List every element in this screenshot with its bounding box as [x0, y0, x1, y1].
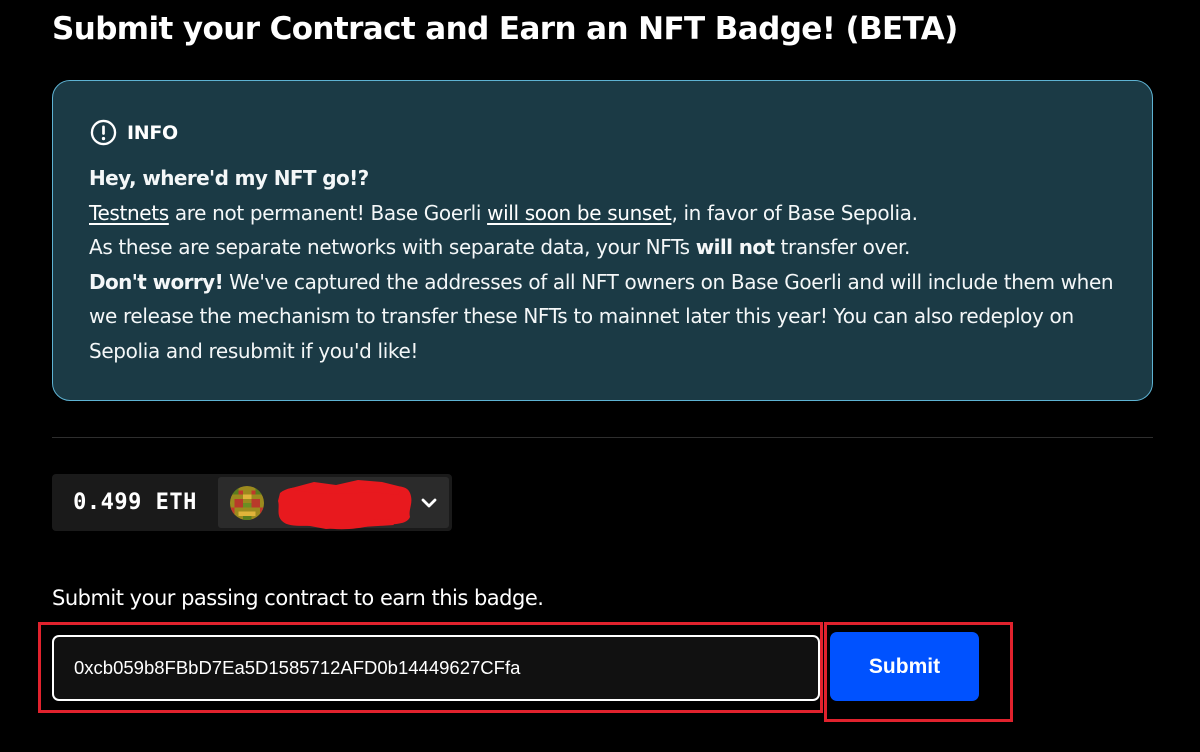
info-line-testnets: Testnets are not permanent! Base Goerli …: [89, 196, 1129, 231]
info-text: transfer over.: [774, 235, 911, 259]
info-text: As these are separate networks with sepa…: [89, 235, 696, 259]
testnets-link[interactable]: Testnets: [89, 201, 169, 225]
section-divider: [52, 437, 1153, 438]
eth-balance: 0.499 ETH: [73, 490, 197, 515]
page-title: Submit your Contract and Earn an NFT Bad…: [52, 11, 958, 47]
info-body: Hey, where'd my NFT go!? Testnets are no…: [89, 161, 1129, 368]
info-callout: INFO Hey, where'd my NFT go!? Testnets a…: [52, 80, 1153, 401]
info-emphasis: will not: [695, 235, 775, 259]
info-text: , in favor of Base Sepolia.: [671, 200, 918, 225]
info-line-networks: As these are separate networks with sepa…: [89, 230, 1129, 265]
contract-address-input[interactable]: [52, 635, 820, 701]
alert-circle-icon: [90, 119, 117, 146]
info-emphasis: Don't worry!: [89, 269, 224, 294]
submit-button[interactable]: Submit: [830, 632, 979, 701]
info-text: are not permanent! Base Goerli: [168, 200, 488, 225]
info-line-dont-worry: Don't worry! We've captured the addresse…: [89, 265, 1129, 369]
info-text: We've captured the addresses of all NFT …: [89, 269, 1114, 363]
submit-prompt: Submit your passing contract to earn thi…: [52, 586, 544, 610]
chevron-down-icon: [421, 498, 437, 508]
account-dropdown-button[interactable]: [218, 477, 449, 530]
page: Submit your Contract and Earn an NFT Bad…: [0, 0, 1200, 752]
info-heading: Hey, where'd my NFT go!?: [89, 166, 369, 190]
info-header: INFO: [90, 119, 178, 146]
identicon-avatar: [230, 486, 264, 520]
info-label: INFO: [127, 121, 178, 144]
wallet-widget: 0.499 ETH: [52, 474, 452, 531]
redacted-account-name: [278, 480, 412, 530]
sunset-link[interactable]: will soon be sunset: [487, 201, 672, 225]
